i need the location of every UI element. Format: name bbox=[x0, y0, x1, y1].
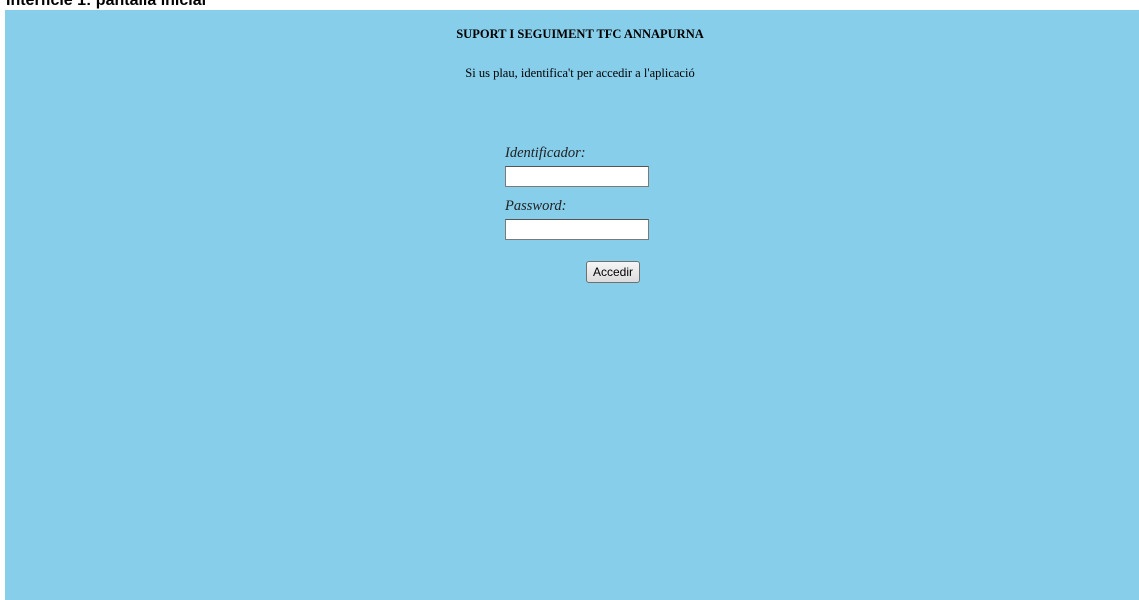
login-button[interactable]: Accedir bbox=[586, 261, 641, 283]
app-window: SUPORT I SEGUIMENT TFC ANNAPURNA Si us p… bbox=[5, 10, 1139, 600]
password-label: Password: bbox=[505, 198, 567, 214]
login-form: Identificador: Password: Accedir bbox=[505, 144, 665, 283]
document-caption: Interfície 1: pantalla inicial bbox=[6, 0, 207, 9]
page-title: SUPORT I SEGUIMENT TFC ANNAPURNA bbox=[456, 27, 704, 41]
page-subtitle: Si us plau, identifica't per accedir a l… bbox=[465, 66, 695, 80]
password-input[interactable] bbox=[505, 219, 649, 240]
username-input[interactable] bbox=[505, 166, 649, 187]
username-label: Identificador: bbox=[505, 145, 586, 161]
